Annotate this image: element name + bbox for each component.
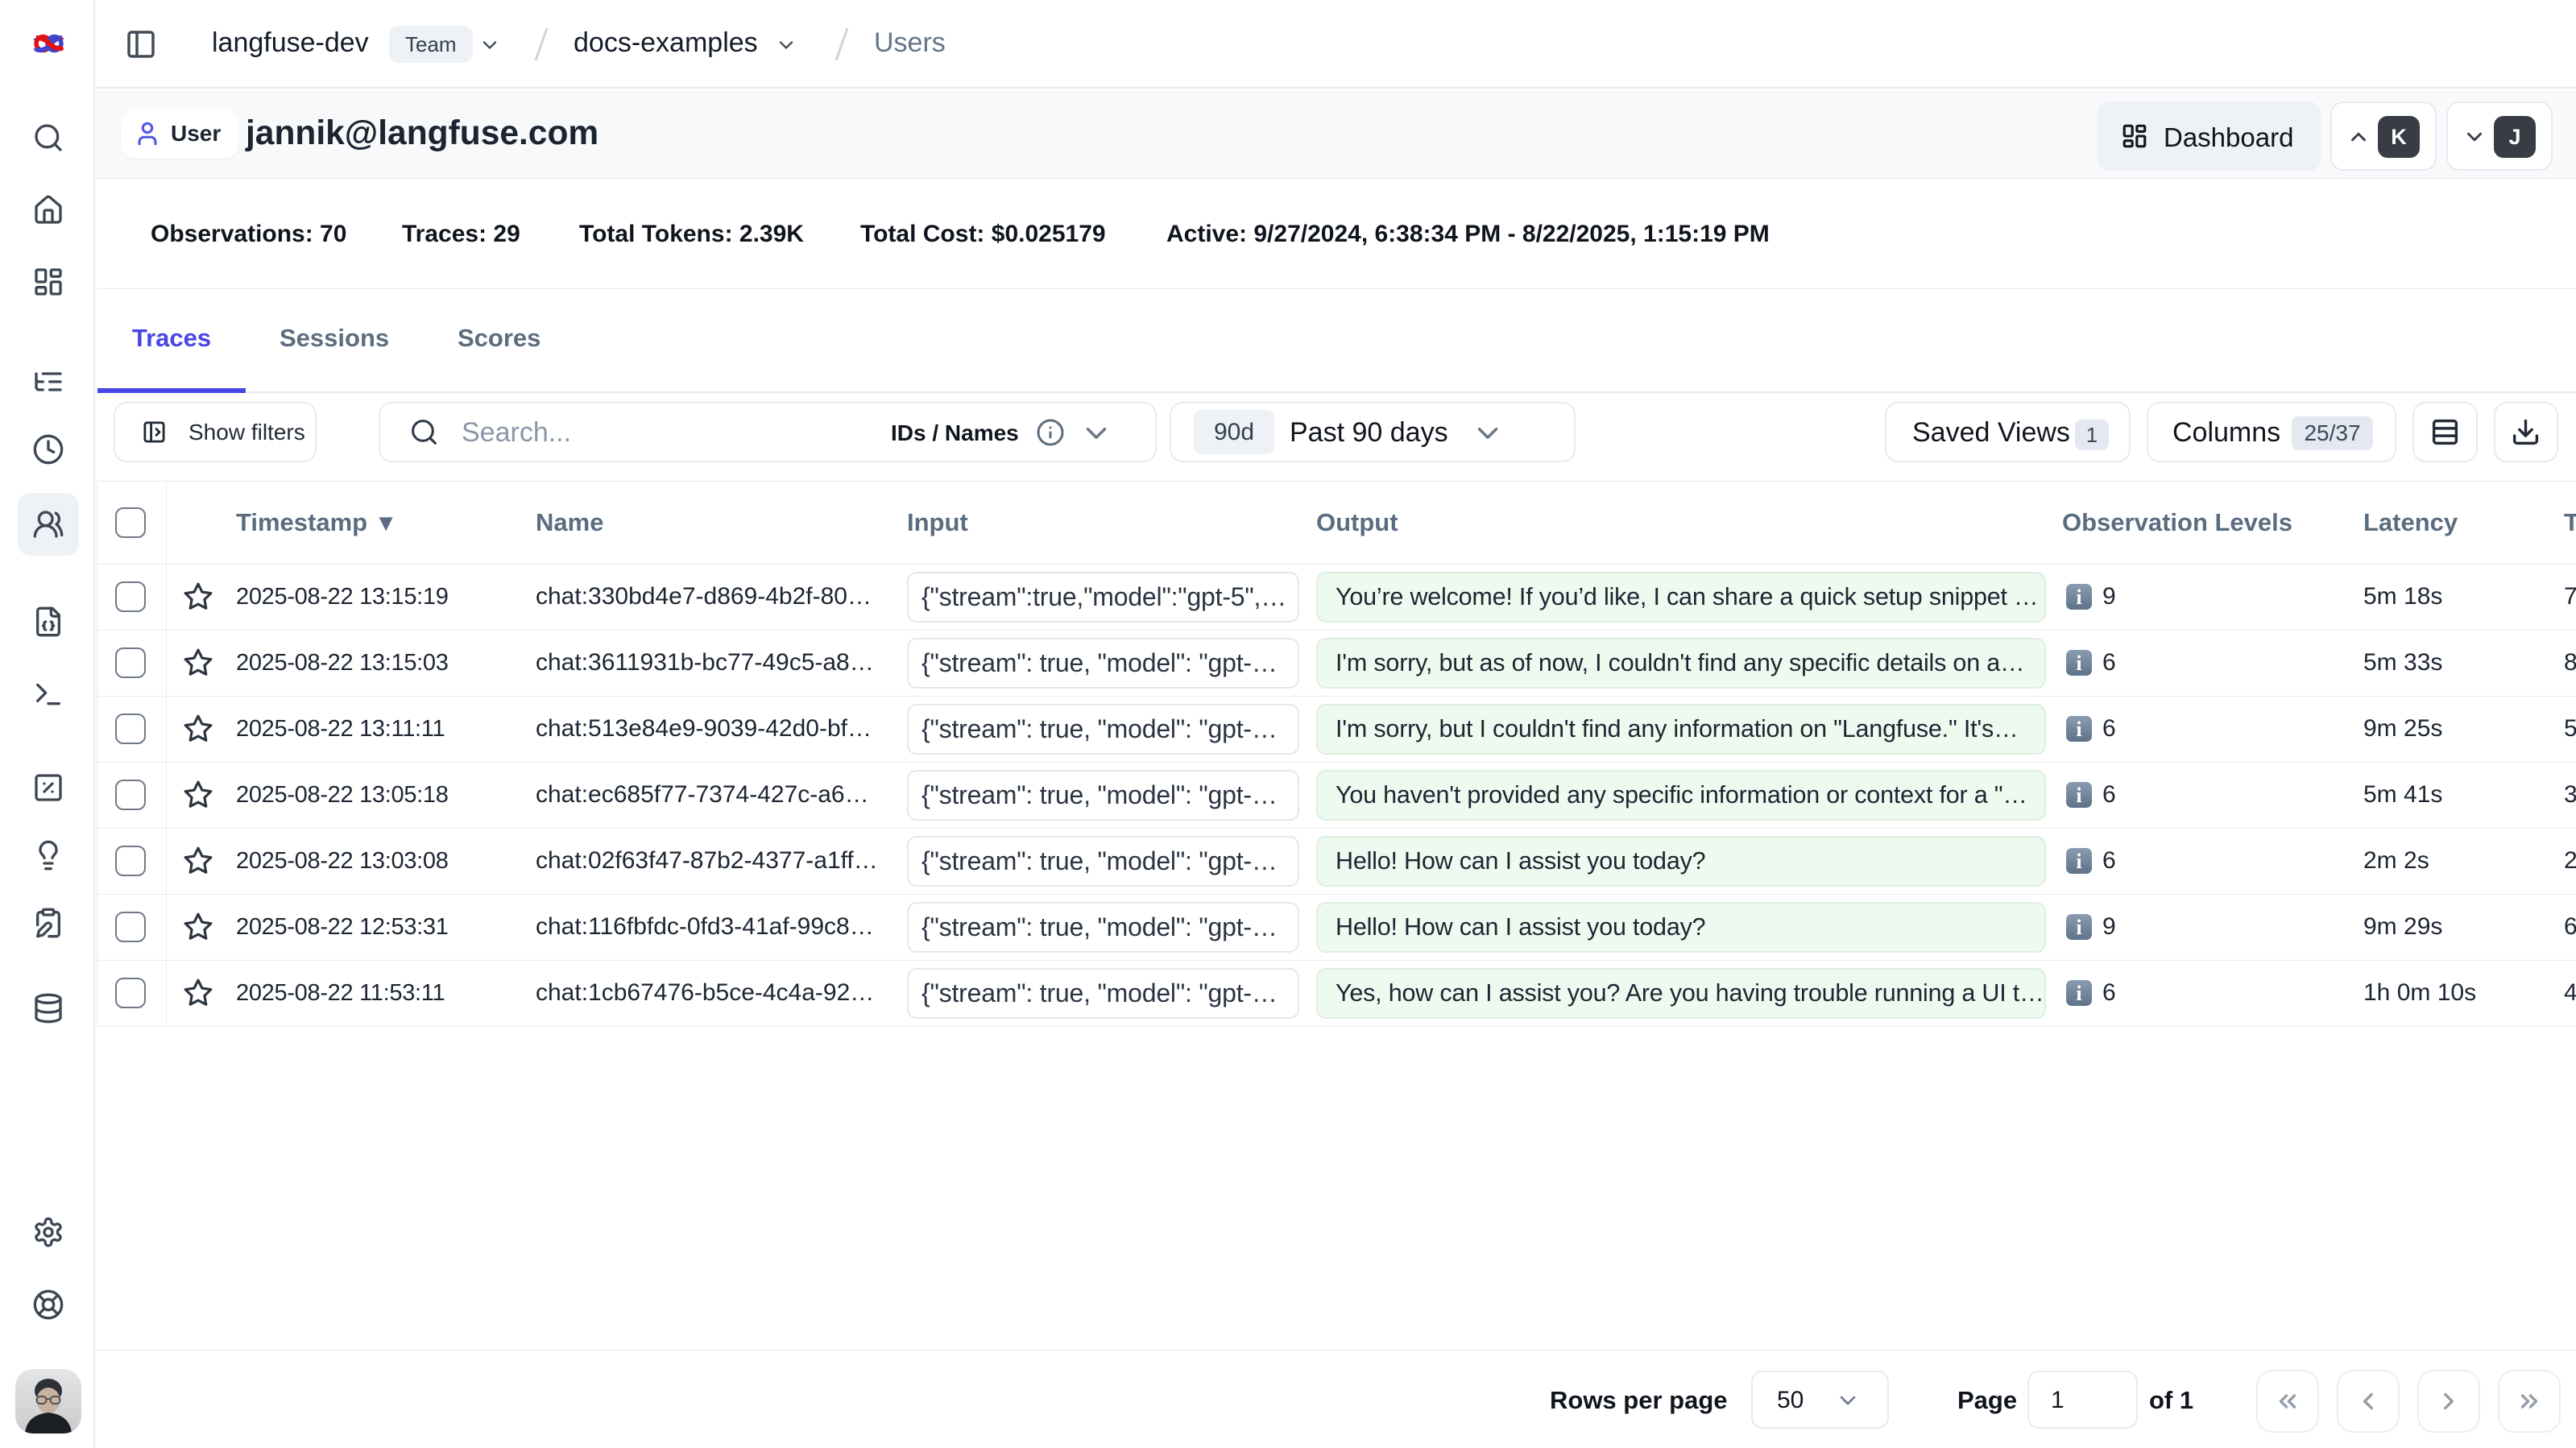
svg-text:i: i <box>2076 718 2081 741</box>
svg-text:i: i <box>2076 784 2081 807</box>
svg-text:i: i <box>2076 916 2081 939</box>
svg-text:i: i <box>2076 652 2081 675</box>
svg-text:i: i <box>2076 850 2081 873</box>
svg-text:i: i <box>2076 585 2081 609</box>
svg-text:i: i <box>2076 982 2081 1005</box>
